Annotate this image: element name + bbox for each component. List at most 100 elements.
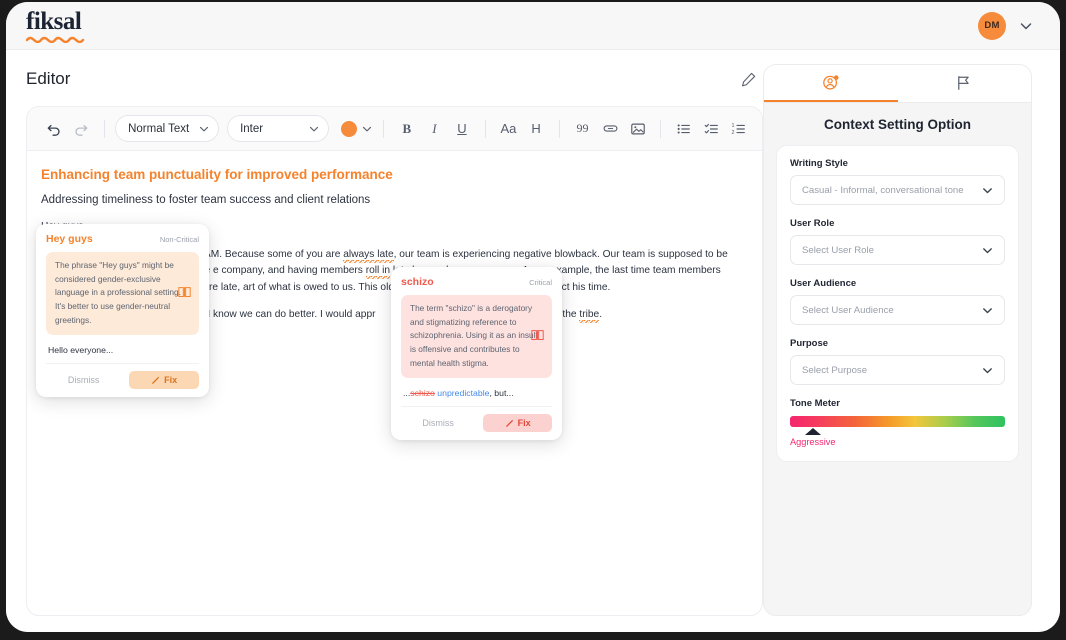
status-badge: Non-Critical [160,235,199,244]
redo-icon[interactable] [69,116,95,142]
field-user-audience: User Audience Select User Audience [790,278,1005,325]
tone-meter-marker-row [790,427,1005,436]
italic-button[interactable]: I [422,116,448,142]
brand-logo[interactable]: fiksal [26,9,88,43]
suggestion-explanation: The phrase "Hey guys" might be considere… [55,260,181,325]
suggestion-explanation: The term "schizo" is a derogatory and st… [410,303,538,368]
suggestion-card-schizo[interactable]: schizo Critical The term "schizo" is a d… [391,267,562,440]
fix-button[interactable]: Fix [129,371,199,389]
field-label: Writing Style [790,158,1005,169]
dismiss-button[interactable]: Dismiss [401,414,475,432]
font-size-button[interactable]: Aa [496,116,522,142]
svg-text:2: 2 [732,129,735,135]
para1-text-a: 0 AM. Because some of you are [196,249,343,260]
link-icon[interactable] [597,116,623,142]
field-tone-meter: Tone Meter Aggressive [790,398,1005,447]
font-family-select[interactable]: Inter [227,115,329,142]
editor-column: Editor N [6,50,763,632]
toolbar-divider [104,120,105,138]
toolbar-divider [559,120,560,138]
tone-meter-marker[interactable] [805,428,821,435]
tab-flag[interactable] [898,65,1032,102]
flag-icon [955,74,973,92]
app-body: Editor N [6,50,1060,632]
font-family-value: Inter [240,123,263,135]
wand-icon [505,419,514,428]
text-style-value: Normal Text [128,123,189,135]
wand-icon [151,376,160,385]
replacement-suffix: , but... [489,388,513,398]
writing-style-select[interactable]: Casual - Informal, conversational tone [790,175,1005,205]
page-title: Editor [26,69,70,89]
user-audience-select[interactable]: Select User Audience [790,295,1005,325]
chevron-down-icon [981,364,994,377]
chevron-down-icon[interactable] [1018,18,1034,34]
color-swatch [341,121,357,137]
context-panel: Context Setting Option Writing Style Cas… [763,64,1032,616]
chevron-down-icon [308,123,320,135]
chevron-down-icon [981,304,994,317]
panel-title: Context Setting Option [764,103,1031,145]
purpose-select[interactable]: Select Purpose [790,355,1005,385]
image-icon[interactable] [625,116,651,142]
suggestion-card-hey-guys[interactable]: Hey guys Non-Critical The phrase "Hey gu… [36,224,209,397]
app-header: fiksal DM [6,2,1060,50]
select-value: Casual - Informal, conversational tone [802,185,964,196]
para2-flag-tribe: tribe [579,309,599,323]
suggestion-word: schizo [401,276,434,288]
document-canvas[interactable]: Enhancing team punctuality for improved … [27,151,762,615]
replacement-new: unpredictable [437,388,489,398]
suggestion-actions: Dismiss Fix [46,363,199,389]
suggestion-header: schizo Critical [401,276,552,288]
chevron-down-icon [361,123,373,135]
select-value: Select User Role [802,245,874,256]
tone-meter-bar[interactable] [790,416,1005,427]
logo-text: fiksal [26,9,81,34]
pencil-icon[interactable] [740,71,757,88]
bullet-list-icon[interactable] [671,116,697,142]
para2-text-a: ut I know we can do better. I would appr [196,309,376,320]
para1-flag-roll-in: roll in [366,265,390,279]
undo-icon[interactable] [41,116,67,142]
suggestion-word: Hey guys [46,233,93,245]
toolbar-divider [660,120,661,138]
document-title: Enhancing team punctuality for improved … [41,167,744,182]
quote-button[interactable]: 99 [570,116,596,142]
check-list-icon[interactable] [699,116,725,142]
toolbar-divider [383,120,384,138]
user-role-select[interactable]: Select User Role [790,235,1005,265]
tone-meter-label: Tone Meter [790,398,1005,409]
bold-button[interactable]: B [394,116,420,142]
logo-squiggle-icon [26,36,88,43]
chevron-down-icon [981,244,994,257]
heading-button[interactable]: H [523,116,549,142]
text-color-picker[interactable] [337,121,373,137]
user-settings-icon [822,74,840,92]
fix-label: Fix [518,418,531,428]
field-label: User Audience [790,278,1005,289]
editor-toolbar: Normal Text Inter B I U [27,107,762,151]
suggestion-replacement: Hello everyone... [46,343,199,363]
editor-panel: Normal Text Inter B I U [26,106,763,616]
editor-header: Editor [26,64,763,94]
text-style-select[interactable]: Normal Text [115,115,219,142]
book-icon [531,328,544,345]
fix-button[interactable]: Fix [483,414,552,432]
suggestion-explanation-box: The term "schizo" is a derogatory and st… [401,295,552,378]
suggestion-replacement: ...schizo unpredictable, but... [401,386,552,406]
underline-button[interactable]: U [449,116,475,142]
field-label: Purpose [790,338,1005,349]
para1-text-c: e company, and having members [213,265,366,276]
avatar[interactable]: DM [978,12,1006,40]
suggestion-explanation-box: The phrase "Hey guys" might be considere… [46,252,199,335]
tab-context-settings[interactable] [764,65,898,102]
fix-label: Fix [164,375,177,385]
book-icon [178,285,191,302]
app-window: fiksal DM Editor [6,2,1060,632]
settings-card: Writing Style Casual - Informal, convers… [776,145,1019,462]
select-value: Select Purpose [802,365,867,376]
dismiss-button[interactable]: Dismiss [46,371,121,389]
context-column: Context Setting Option Writing Style Cas… [763,50,1052,632]
numbered-list-icon[interactable]: 12 [726,116,752,142]
suggestion-actions: Dismiss Fix [401,406,552,432]
